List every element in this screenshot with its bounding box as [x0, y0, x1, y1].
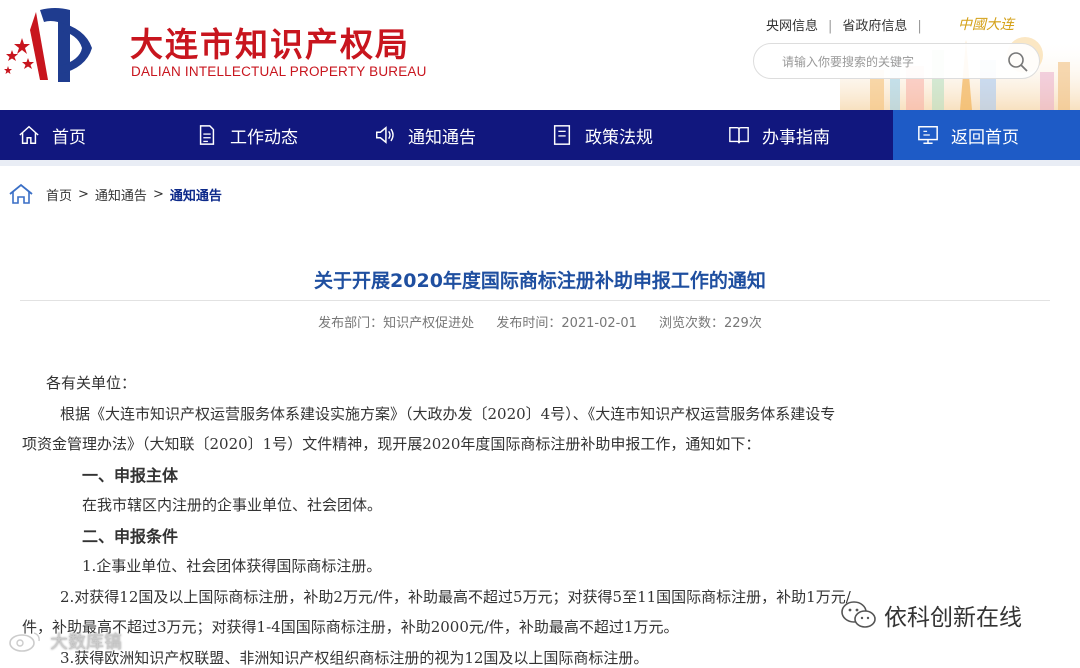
nav-item-label: 办事指南 — [762, 127, 830, 148]
breadcrumb-current[interactable]: 通知通告 — [170, 185, 222, 204]
nav-item-back-home[interactable]: 返回首页 — [893, 110, 1080, 160]
search-icon[interactable] — [1007, 51, 1029, 73]
meta-views: 浏览次数：229次 — [659, 316, 762, 331]
breadcrumb-separator: > — [78, 186, 89, 202]
nav-item-label: 返回首页 — [951, 127, 1019, 148]
nav-item-notices[interactable]: 通知通告 — [374, 110, 476, 160]
wechat-watermark-text: 依科创新在线 — [884, 605, 1022, 631]
article-paragraph: 3.获得欧洲知识产权联盟、非洲知识产权组织商标注册的视为12国及以上国际商标注册… — [60, 649, 649, 667]
top-links: 央网信息 | 省政府信息 | — [766, 15, 932, 34]
logo-title-en: DALIAN INTELLECTUAL PROPERTY BUREAU — [131, 64, 427, 79]
logo-title-cn: 大连市知识产权局 — [130, 25, 410, 64]
nav-item-home[interactable]: 首页 — [18, 110, 86, 160]
breadcrumb-home[interactable]: 首页 — [46, 185, 72, 204]
article-paragraph: 2.对获得12国及以上国际商标注册，补助2万元/件，补助最高不超过5万元；对获得… — [60, 588, 851, 606]
search-input[interactable] — [780, 52, 1004, 72]
nav-item-label: 通知通告 — [408, 127, 476, 148]
article-paragraph: 1.企事业单位、社会团体获得国际商标注册。 — [82, 557, 382, 575]
bureau-logo-icon[interactable] — [0, 0, 110, 90]
search-box — [753, 43, 1040, 79]
nav-item-policies[interactable]: 政策法规 — [551, 110, 653, 160]
title-divider — [20, 300, 1050, 301]
top-link-central[interactable]: 央网信息 — [766, 19, 818, 34]
divider: | — [917, 19, 922, 34]
breadcrumb-separator: > — [152, 186, 164, 202]
nav-item-label: 工作动态 — [230, 127, 298, 148]
article-title: 关于开展2020年度国际商标注册补助申报工作的通知 — [314, 270, 766, 292]
monitor-icon — [918, 126, 938, 144]
weibo-icon — [9, 632, 40, 652]
nav-item-work-news[interactable]: 工作动态 — [196, 110, 298, 160]
section-heading: 二、申报条件 — [82, 527, 179, 546]
section-heading: 一、申报主体 — [82, 466, 179, 485]
breadcrumb-notices[interactable]: 通知通告 — [95, 185, 147, 204]
nav-item-guide[interactable]: 办事指南 — [728, 110, 830, 160]
article-paragraph: 项资金管理办法》（大知联〔2020〕1号）文件精神，现开展2020年度国际商标注… — [22, 435, 761, 453]
article-paragraph: 根据《大连市知识产权运营服务体系建设实施方案》（大政办发〔2020〕4号）、《大… — [60, 405, 836, 423]
nav-item-label: 首页 — [52, 127, 86, 148]
book-icon — [729, 126, 749, 144]
nav-item-label: 政策法规 — [585, 127, 653, 148]
wechat-watermark: 依科创新在线 — [840, 598, 1022, 632]
wechat-icon — [841, 601, 876, 628]
meta-department: 发布部门：知识产权促进处 — [318, 316, 475, 331]
article-meta: 发布部门：知识产权促进处 发布时间：2021-02-01 浏览次数：229次 — [0, 312, 1080, 331]
source-watermark: 大数库镐 — [6, 628, 122, 654]
divider: | — [828, 19, 833, 34]
source-watermark-text: 大数库镐 — [50, 632, 122, 653]
home-icon — [9, 183, 33, 204]
breadcrumb: 首页 > 通知通告 > 通知通告 — [8, 183, 222, 205]
article-paragraph: 各有关单位： — [46, 374, 137, 392]
nav-shadow-bar — [0, 160, 1080, 166]
meta-date: 发布时间：2021-02-01 — [496, 316, 637, 331]
brand-mark: 中國大连 — [958, 17, 1014, 33]
main-nav: 首页 工作动态 通知通告 政策法规 办事指南 返回首页 — [0, 110, 1080, 160]
document-icon — [199, 125, 215, 145]
top-link-province[interactable]: 省政府信息 — [842, 19, 907, 34]
article-paragraph: 在我市辖区内注册的企事业单位、社会团体。 — [82, 496, 383, 514]
file-icon — [553, 125, 571, 145]
speaker-icon — [376, 126, 394, 144]
home-icon — [19, 125, 39, 144]
site-header: 大连市知识产权局 DALIAN INTELLECTUAL PROPERTY BU… — [0, 0, 1080, 110]
